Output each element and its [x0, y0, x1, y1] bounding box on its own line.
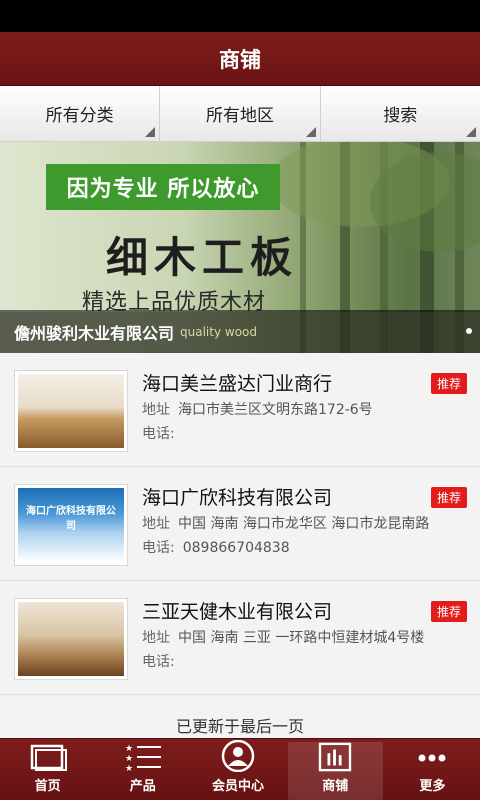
- filter-search-label: 搜索: [383, 106, 418, 126]
- tab-products-label: 产品: [129, 779, 156, 794]
- bottom-tab-bar: 首页 ★ ★ ★ 产品 会员中心 商铺 更多: [0, 738, 480, 800]
- tab-products[interactable]: ★ ★ ★ 产品: [95, 739, 190, 800]
- filter-category[interactable]: 所有分类: [0, 86, 161, 141]
- filter-region[interactable]: 所有地区: [160, 86, 321, 141]
- banner-headline: 细木工板: [106, 233, 299, 282]
- home-icon: [30, 744, 67, 771]
- banner-caption: 儋州骏利木业有限公司: [14, 323, 175, 343]
- shop-phone: 电话:: [142, 654, 175, 670]
- title-bar: 商铺: [0, 32, 480, 86]
- carousel-indicator: [466, 328, 472, 334]
- list-item[interactable]: 三亚天健木业有限公司 地址 中国 海南 三亚 一环路中恒建材城4号楼 电话: 推荐: [0, 581, 480, 695]
- recommend-badge: 推荐: [430, 373, 467, 394]
- tab-more-label: 更多: [419, 779, 446, 794]
- shop-name: 三亚天健木业有限公司: [142, 601, 333, 623]
- list-end-message: 已更新于最后一页: [175, 717, 304, 736]
- dropdown-corner-icon: [145, 127, 156, 137]
- tab-home[interactable]: 首页: [0, 739, 95, 800]
- svg-text:★: ★: [125, 744, 133, 754]
- shop-address: 地址 海口市美兰区文明东路172-6号: [142, 402, 373, 418]
- tab-shops-label: 商铺: [322, 779, 349, 794]
- tab-home-label: 首页: [34, 779, 61, 794]
- filter-bar: 所有分类 所有地区 搜索: [0, 86, 480, 142]
- shop-phone: 电话: 089866704838: [142, 540, 290, 556]
- shop-list: 海口美兰盛达门业商行 地址 海口市美兰区文明东路172-6号 电话: 推荐 海口广…: [0, 353, 480, 739]
- banner-caption-en: quality wood: [180, 324, 257, 339]
- svg-text:★: ★: [125, 764, 133, 772]
- shop-phone: 电话:: [142, 426, 175, 442]
- more-icon: [418, 754, 446, 762]
- shop-thumbnail: 海口广欣科技有限公司: [14, 484, 128, 566]
- tab-member-center-label: 会员中心: [212, 779, 265, 794]
- list-item[interactable]: 海口美兰盛达门业商行 地址 海口市美兰区文明东路172-6号 电话: 推荐: [0, 353, 480, 467]
- recommend-badge: 推荐: [430, 487, 467, 508]
- dropdown-corner-icon: [465, 127, 476, 137]
- thumbnail-logo-text: 海口广欣科技有限公司: [26, 506, 116, 532]
- filter-region-label: 所有地区: [205, 106, 274, 126]
- banner-caption-bar: 儋州骏利木业有限公司 quality wood: [0, 310, 480, 353]
- filter-search[interactable]: 搜索: [321, 86, 480, 141]
- page-title: 商铺: [219, 47, 261, 72]
- banner-carousel[interactable]: 因为专业 所以放心 细木工板 精选上品优质木材 儋州骏利木业有限公司 quali…: [0, 142, 480, 353]
- dropdown-corner-icon: [305, 127, 316, 137]
- status-bar: [0, 0, 480, 32]
- filter-category-label: 所有分类: [45, 106, 114, 126]
- shop-address: 地址 中国 海南 海口市龙华区 海口市龙昆南路: [142, 516, 430, 532]
- svg-text:★: ★: [125, 754, 133, 764]
- shop-address: 地址 中国 海南 三亚 一环路中恒建材城4号楼: [142, 630, 425, 646]
- shop-name: 海口广欣科技有限公司: [142, 487, 333, 509]
- tab-shops[interactable]: 商铺: [287, 742, 383, 800]
- banner-slogan: 因为专业 所以放心: [46, 164, 280, 210]
- user-icon: [221, 740, 255, 772]
- tab-member-center[interactable]: 会员中心: [190, 739, 285, 800]
- shop-name: 海口美兰盛达门业商行: [142, 373, 333, 395]
- chart-icon: [319, 742, 352, 772]
- tab-more[interactable]: 更多: [385, 739, 480, 800]
- star-list-icon: ★ ★ ★: [125, 744, 161, 772]
- list-item[interactable]: 海口广欣科技有限公司 海口广欣科技有限公司 地址 中国 海南 海口市龙华区 海口市…: [0, 467, 480, 581]
- shop-thumbnail: [14, 370, 128, 452]
- shop-thumbnail: [14, 598, 128, 680]
- recommend-badge: 推荐: [430, 601, 467, 622]
